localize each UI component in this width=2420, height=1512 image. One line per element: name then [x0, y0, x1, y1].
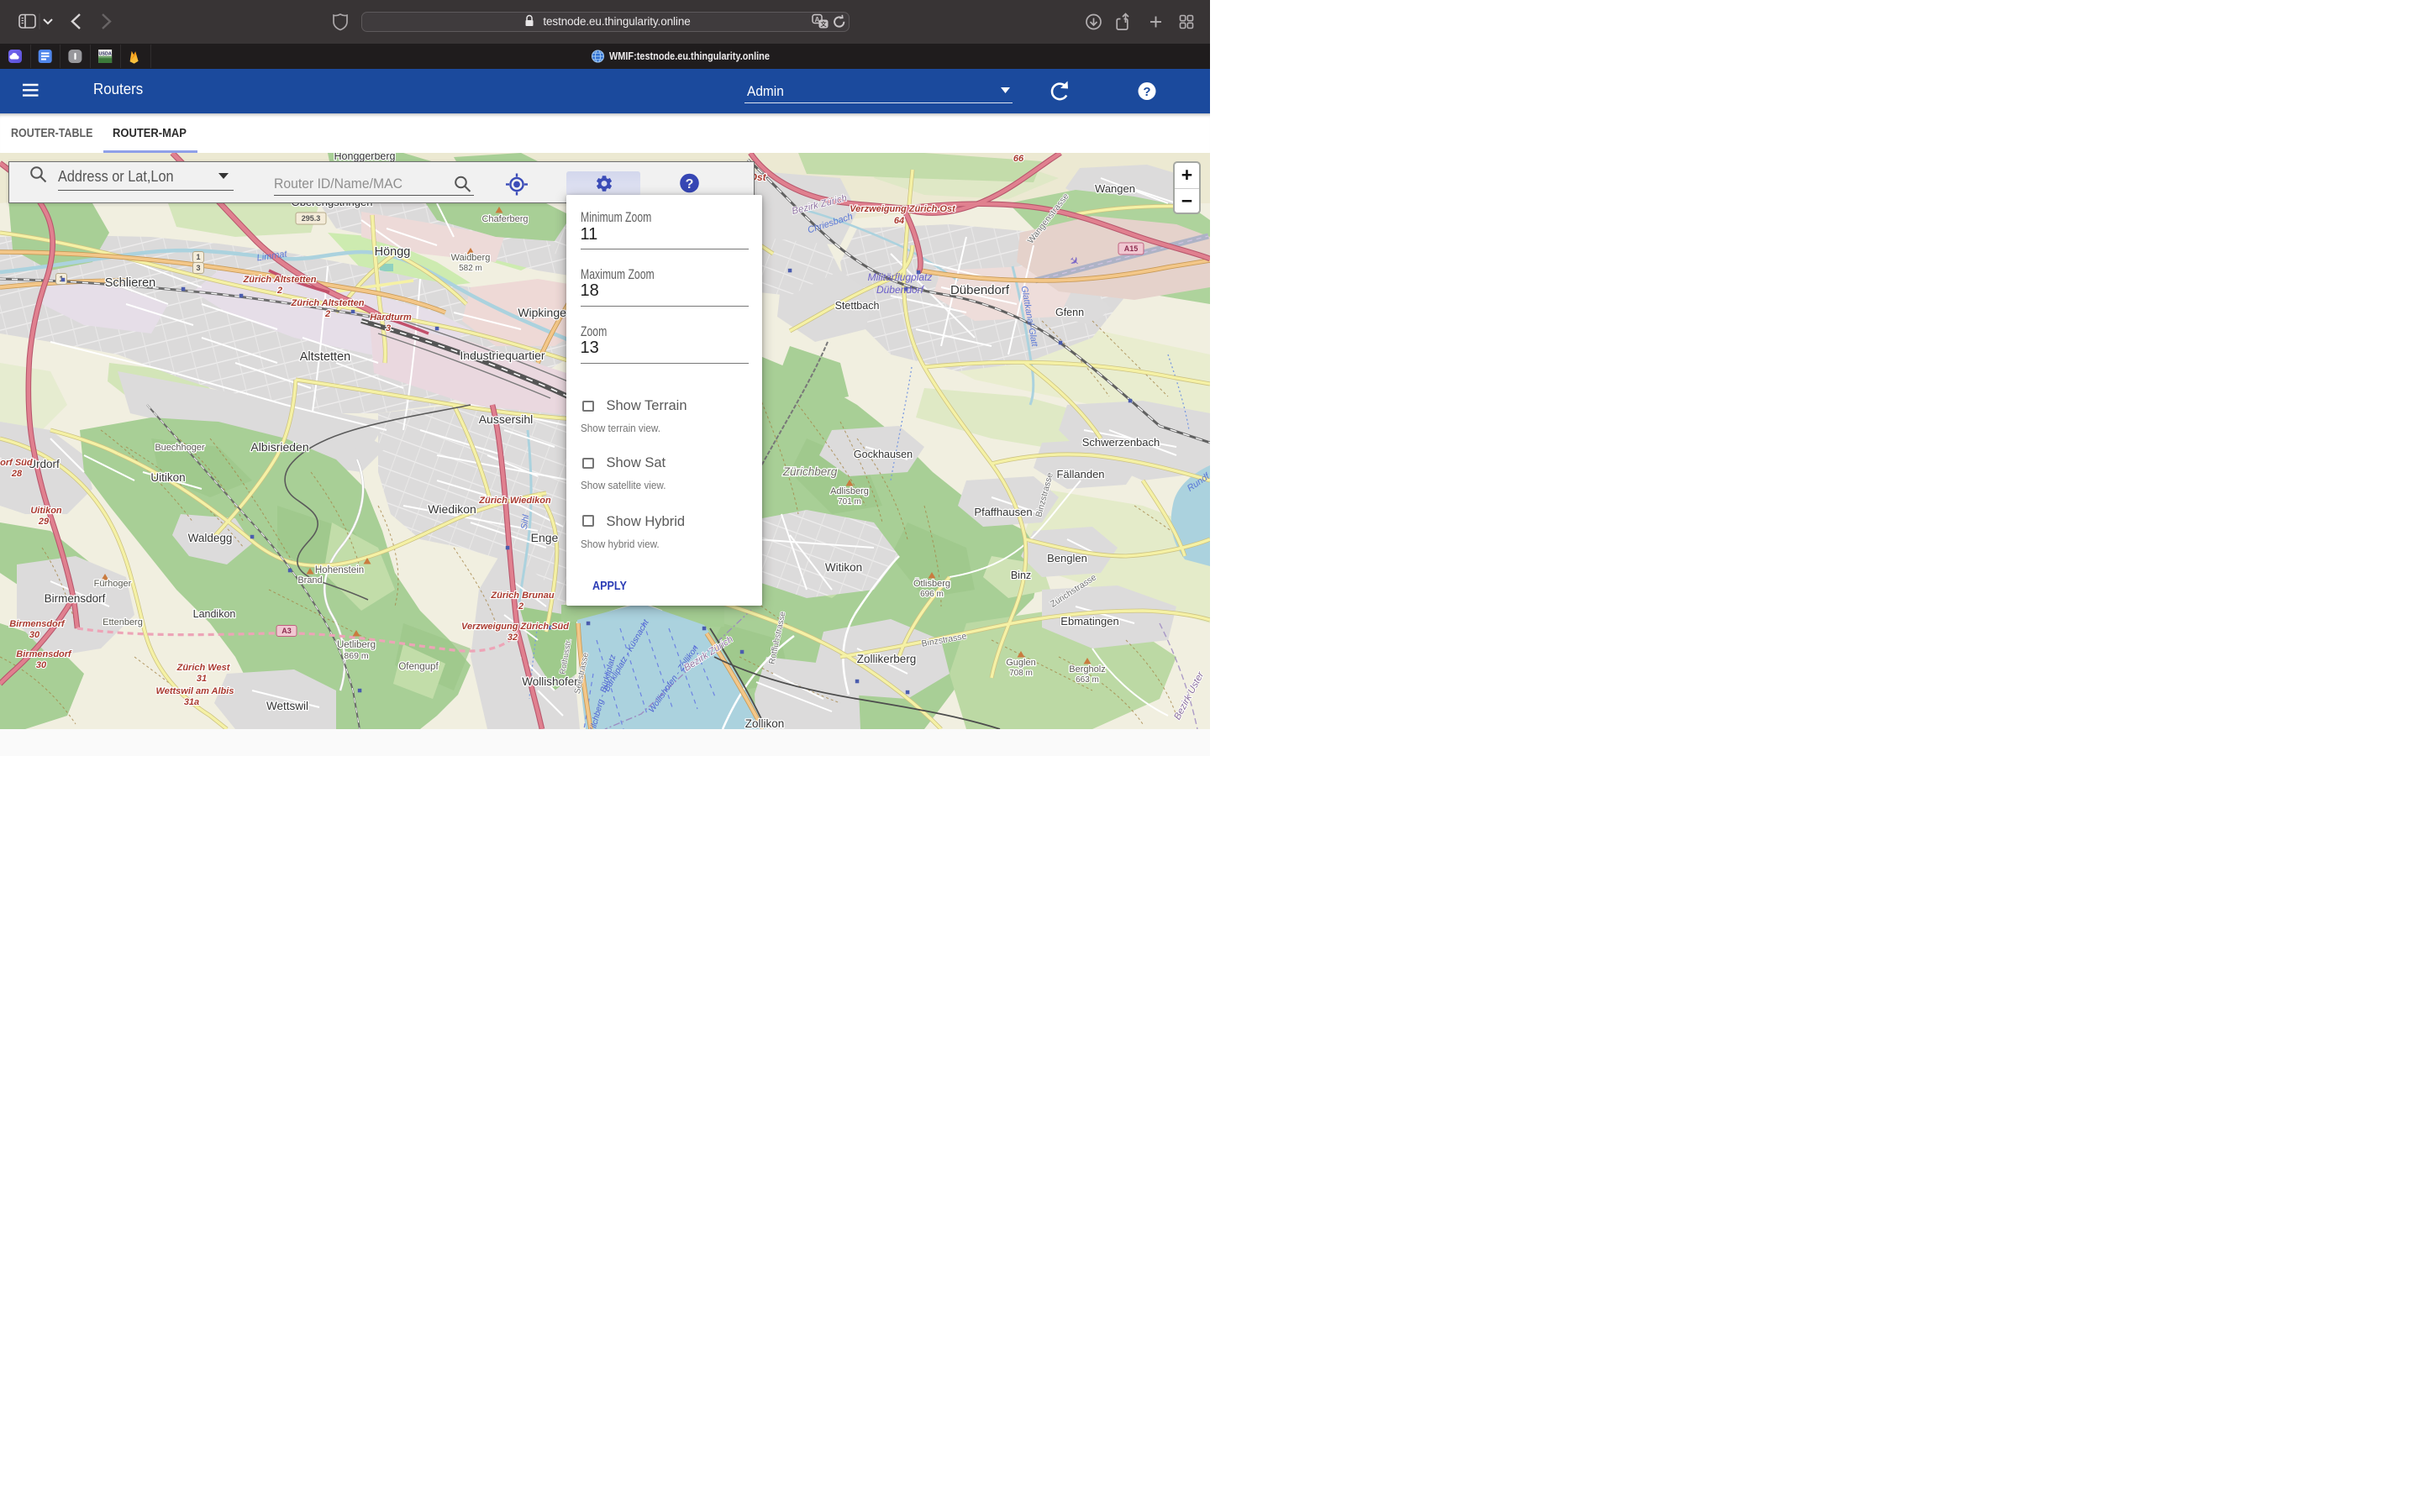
svg-text:1: 1 [196, 253, 200, 261]
svg-text:28: 28 [11, 469, 23, 479]
svg-text:Brand: Brand [297, 575, 322, 585]
svg-text:Zollikon: Zollikon [745, 717, 785, 729]
svg-text:Zürich Wiedikon: Zürich Wiedikon [478, 496, 551, 506]
svg-text:?: ? [686, 177, 694, 192]
svg-text:2: 2 [324, 309, 330, 319]
svg-text:295.3: 295.3 [302, 214, 321, 223]
svg-text:Sihl: Sihl [519, 513, 531, 530]
svg-text:Wettswil am Albis: Wettswil am Albis [156, 686, 234, 696]
svg-text:Buechhoger: Buechhoger [155, 443, 205, 453]
svg-text:Verzweigung Zürich Süd: Verzweigung Zürich Süd [461, 622, 569, 632]
svg-text:3: 3 [196, 264, 200, 272]
svg-text:3: 3 [386, 323, 391, 333]
svg-text:Ettenberg: Ettenberg [103, 617, 143, 627]
svg-text:Wollishofen: Wollishofen [522, 675, 581, 688]
svg-text:Zürich West: Zürich West [176, 663, 231, 673]
svg-text:30: 30 [36, 660, 47, 670]
svg-text:Adlisberg: Adlisberg [830, 486, 869, 496]
svg-text:Schlieren: Schlieren [105, 276, 155, 290]
svg-text:Binz: Binz [1011, 570, 1031, 581]
svg-text:Albisrieden: Albisrieden [250, 440, 308, 454]
svg-text:Zürich Altstetten: Zürich Altstetten [243, 275, 317, 285]
svg-text:Pfaffhausen: Pfaffhausen [974, 506, 1032, 518]
svg-text:30: 30 [29, 630, 40, 640]
svg-text:Fürhoger: Fürhoger [94, 579, 132, 589]
svg-text:Gockhausen: Gockhausen [854, 449, 913, 460]
svg-text:Altstetten: Altstetten [300, 350, 350, 364]
svg-text:Dübendorf: Dübendorf [876, 284, 925, 296]
svg-text:Bergholz: Bergholz [1069, 664, 1105, 675]
svg-text:Zollikerberg: Zollikerberg [857, 653, 917, 665]
svg-text:Gfenn: Gfenn [1055, 307, 1084, 318]
svg-text:Zürich Altstetten: Zürich Altstetten [291, 298, 365, 308]
svg-text:Waidberg: Waidberg [451, 253, 491, 263]
svg-text:Zürichberg: Zürichberg [782, 465, 838, 478]
svg-text:31: 31 [197, 674, 207, 684]
svg-text:696 m: 696 m [920, 590, 944, 599]
svg-text:708 m: 708 m [1009, 669, 1033, 678]
svg-text:Dübendorf: Dübendorf [950, 283, 1010, 297]
svg-text:Enge: Enge [531, 531, 559, 544]
svg-text:64: 64 [894, 216, 904, 226]
svg-text:Uitikon: Uitikon [30, 506, 62, 516]
svg-text:66: 66 [1013, 154, 1024, 164]
svg-text:Landikon: Landikon [193, 608, 236, 620]
svg-text:A15: A15 [1124, 244, 1139, 253]
svg-text:Chaferberg: Chaferberg [481, 214, 528, 224]
svg-text:Schwerzenbach: Schwerzenbach [1082, 436, 1160, 449]
svg-text:701 m: 701 m [838, 497, 861, 507]
svg-text:Birmensdorf: Birmensdorf [45, 592, 106, 605]
svg-text:Stettbach: Stettbach [835, 300, 880, 312]
svg-text:Verzweigung Zürich Ost: Verzweigung Zürich Ost [850, 204, 956, 214]
svg-text:Ofengupf: Ofengupf [398, 662, 439, 672]
svg-text:文: 文 [821, 20, 828, 28]
svg-text:582 m: 582 m [459, 264, 482, 273]
svg-text:663 m: 663 m [1076, 675, 1099, 685]
svg-text:2: 2 [518, 601, 523, 612]
svg-text:Wettswil: Wettswil [266, 700, 308, 712]
svg-text:Militärflugplatz: Militärflugplatz [868, 271, 933, 283]
svg-text:Uitikon: Uitikon [150, 471, 185, 484]
svg-text:Ötlisberg: Ötlisberg [913, 579, 950, 589]
svg-text:Wiedikon: Wiedikon [428, 502, 476, 516]
svg-text:31a: 31a [184, 697, 199, 707]
svg-text:Wipkingen: Wipkingen [518, 306, 572, 319]
svg-text:Zürich Brunau: Zürich Brunau [490, 591, 554, 601]
svg-text:Fällanden: Fällanden [1056, 468, 1104, 480]
svg-text:Guglen: Guglen [1006, 658, 1035, 668]
svg-text:2: 2 [276, 286, 282, 296]
svg-text:Hohenstein: Hohenstein [315, 565, 364, 575]
svg-text:869 m: 869 m [344, 651, 368, 661]
svg-text:Benglen: Benglen [1047, 552, 1087, 564]
svg-text:Wangen: Wangen [1095, 182, 1135, 195]
svg-text:Industriequartier: Industriequartier [460, 349, 545, 362]
svg-text:Aussersihl: Aussersihl [479, 412, 534, 426]
svg-text:A3: A3 [281, 627, 292, 635]
svg-text:Urdorf: Urdorf [28, 458, 60, 470]
svg-text:Höngg: Höngg [375, 245, 411, 259]
svg-text:Hardturm: Hardturm [370, 312, 412, 323]
svg-text:Birmensdorf: Birmensdorf [16, 649, 72, 659]
svg-text:?: ? [1143, 85, 1150, 99]
svg-text:Ebmatingen: Ebmatingen [1060, 615, 1118, 627]
svg-text:32: 32 [508, 633, 518, 643]
svg-text:Birmensdorf: Birmensdorf [9, 619, 66, 629]
svg-text:dorf Süd: dorf Süd [0, 458, 33, 468]
svg-text:Uetliberg: Uetliberg [337, 640, 376, 650]
svg-text:Witikon: Witikon [825, 561, 862, 574]
svg-text:Waldegg: Waldegg [188, 532, 233, 544]
svg-text:29: 29 [38, 517, 50, 527]
